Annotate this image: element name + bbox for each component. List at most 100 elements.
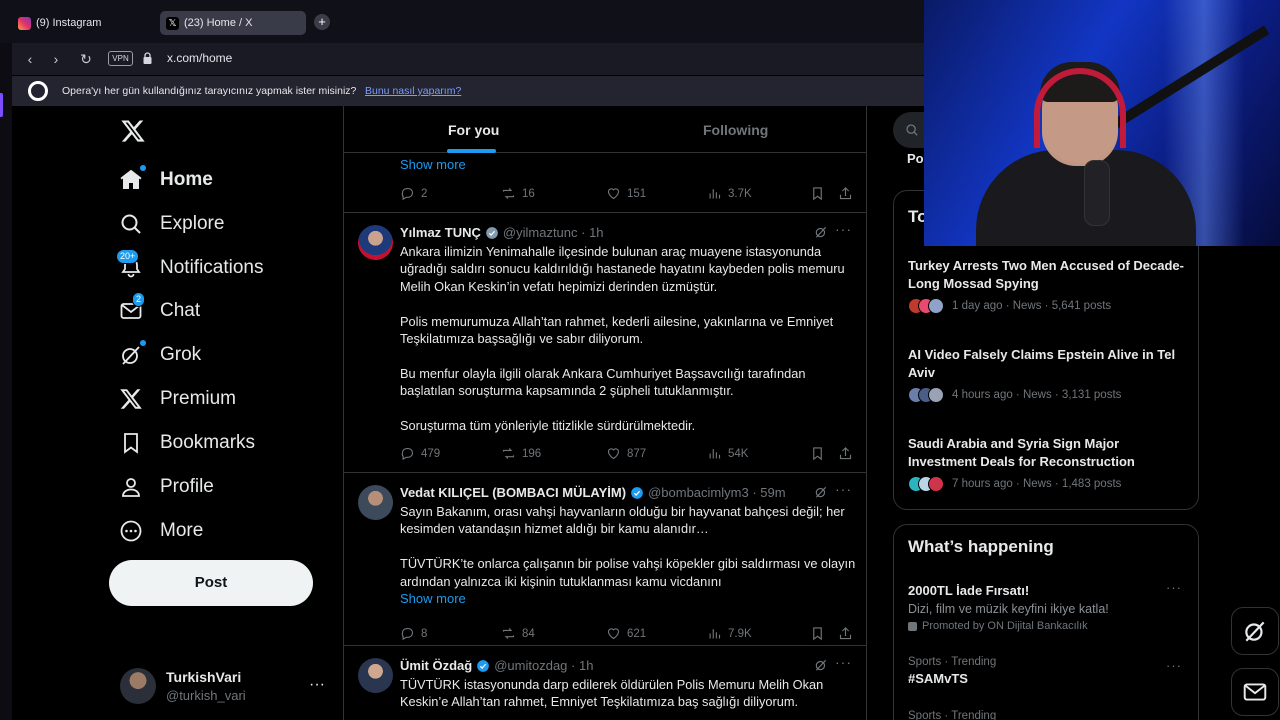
post-button[interactable]: Post (109, 560, 313, 606)
author-name[interactable]: Ümit Özdağ (400, 658, 472, 673)
reload-icon[interactable]: ↻ (78, 51, 94, 67)
like-button[interactable]: 877 (606, 446, 646, 461)
bookmark-button[interactable] (810, 626, 831, 641)
instagram-icon (18, 16, 31, 30)
x-logo-icon: 𝕏 (166, 16, 179, 30)
premium-box-partial-title: Po (907, 151, 924, 166)
messages-float-button[interactable] (1231, 668, 1279, 716)
nav-grok[interactable]: Grok (118, 340, 201, 370)
author-handle[interactable]: @bombacimlym3 (648, 485, 749, 500)
whats-happening-title: What’s happening (908, 537, 1054, 556)
trend-more-icon[interactable]: ··· (1166, 580, 1182, 595)
trend-item[interactable]: Sports · Trending (908, 710, 1188, 720)
tab-x-home[interactable]: 𝕏 (23) Home / X (160, 11, 306, 35)
share-button[interactable] (838, 186, 859, 201)
trend-category: Sports · Trending (908, 656, 997, 668)
chat-badge: 2 (132, 292, 146, 307)
grok-icon[interactable] (814, 225, 828, 239)
news-item[interactable]: Saudi Arabia and Syria Sign Major Invest… (908, 435, 1188, 492)
forward-arrow-icon[interactable]: › (48, 51, 64, 67)
trend-category: Sports · Trending (908, 710, 997, 720)
back-arrow-icon[interactable]: ‹ (22, 51, 38, 67)
trend-description: Dizi, film ve müzik keyfini ikiye katla! (908, 602, 1109, 616)
x-logo-icon[interactable] (120, 118, 146, 144)
nav-profile[interactable]: Profile (118, 472, 214, 502)
bell-icon: 20+ (116, 249, 144, 281)
bookmark-button[interactable] (810, 186, 831, 201)
url-text[interactable]: x.com/home (167, 51, 232, 65)
tab-following[interactable]: Following (703, 122, 768, 138)
repost-button[interactable]: 16 (501, 186, 535, 201)
nav-label: Chat (160, 300, 201, 321)
like-button[interactable]: 621 (606, 626, 646, 641)
nav-label: Bookmarks (160, 432, 256, 453)
avatar[interactable] (358, 485, 393, 520)
reply-button[interactable]: 2 (400, 186, 427, 201)
tweet[interactable]: Vedat KILIÇEL (BOMBACI MÜLAYİM) @bombaci… (344, 473, 866, 646)
tweet-more-icon[interactable]: ··· (835, 654, 852, 670)
author-handle[interactable]: @umitozdag (494, 658, 567, 673)
grok-icon[interactable] (814, 658, 828, 672)
nav-label: Home (160, 169, 213, 190)
tweet-time[interactable]: 1h (579, 658, 593, 673)
opera-howto-link[interactable]: Bunu nasıl yaparım? (365, 85, 461, 97)
news-avatars (908, 387, 944, 403)
views-icon (709, 189, 721, 199)
grok-float-button[interactable] (1231, 607, 1279, 655)
nav-more[interactable]: More (118, 516, 203, 546)
share-button[interactable] (838, 446, 859, 461)
avatar[interactable] (120, 668, 156, 704)
tweet-time[interactable]: 59m (760, 485, 785, 500)
reply-icon (401, 627, 414, 641)
views-button[interactable]: 54K (707, 446, 748, 461)
news-item[interactable]: AI Video Falsely Claims Epstein Alive in… (908, 346, 1188, 403)
nav-home[interactable]: Home (118, 165, 213, 195)
bookmark-button[interactable] (810, 446, 831, 461)
account-handle: @turkish_vari (166, 688, 246, 703)
tweet[interactable]: Yılmaz TUNÇ @yilmaztunc · 1h ··· Ankara … (344, 213, 866, 473)
new-tab-plus-icon[interactable]: + (314, 14, 330, 30)
opera-default-browser-banner: Opera'yı her gün kullandığınız tarayıcın… (12, 76, 924, 106)
views-button[interactable]: 3.7K (707, 186, 752, 201)
grok-icon[interactable] (814, 485, 828, 499)
nav-bookmarks[interactable]: Bookmarks (118, 428, 255, 458)
author-name[interactable]: Vedat KILIÇEL (BOMBACI MÜLAYİM) (400, 485, 626, 500)
like-button[interactable]: 151 (606, 186, 646, 201)
tweet-time[interactable]: 1h (589, 225, 603, 240)
news-meta: 7 hours ago · News · 1,483 posts (952, 478, 1122, 490)
account-name[interactable]: TurkishVari (166, 669, 241, 685)
nav-premium[interactable]: Premium (118, 384, 236, 414)
repost-button[interactable]: 84 (501, 626, 535, 641)
show-more-link[interactable]: Show more (400, 590, 856, 607)
nav-notifications[interactable]: 20+ Notifications (116, 249, 264, 283)
tab-for-you[interactable]: For you (448, 122, 499, 138)
views-button[interactable]: 7.9K (707, 626, 752, 641)
avatar[interactable] (358, 658, 393, 693)
author-name[interactable]: Yılmaz TUNÇ (400, 225, 481, 240)
news-avatars (908, 476, 944, 492)
heart-icon (607, 188, 620, 200)
show-more-link[interactable]: Show more (400, 157, 466, 172)
share-button[interactable] (838, 626, 859, 641)
tab-label: (23) Home / X (184, 17, 253, 29)
vpn-badge[interactable]: VPN (108, 51, 133, 66)
repost-icon (502, 628, 515, 639)
nav-explore[interactable]: Explore (118, 209, 224, 239)
reply-button[interactable]: 479 (400, 446, 440, 461)
avatar[interactable] (358, 225, 393, 260)
author-handle[interactable]: @yilmaztunc (503, 225, 578, 240)
repost-button[interactable]: 196 (501, 446, 541, 461)
timeline: Show more 2 16 151 3.7K Yılmaz TUNÇ @yil… (343, 106, 867, 720)
trend-item-promoted[interactable]: 2000TL İade Fırsatı! Dizi, film ve müzik… (908, 580, 1188, 632)
nav-chat[interactable]: 2 Chat (118, 292, 201, 326)
trend-more-icon[interactable]: ··· (1166, 658, 1182, 673)
trend-item[interactable]: Sports · Trending #SAMvTS (908, 656, 1188, 686)
tweet-more-icon[interactable]: ··· (835, 221, 852, 237)
news-item[interactable]: Turkey Arrests Two Men Accused of Decade… (908, 257, 1188, 314)
tab-instagram[interactable]: (9) Instagram (12, 11, 152, 35)
account-more-icon[interactable]: ··· (309, 676, 325, 694)
tweet-more-icon[interactable]: ··· (835, 481, 852, 497)
promoted-icon (908, 621, 917, 631)
reply-button[interactable]: 8 (400, 626, 427, 641)
tweet[interactable]: Ümit Özdağ @umitozdag · 1h ··· TÜVTÜRK i… (344, 646, 866, 720)
